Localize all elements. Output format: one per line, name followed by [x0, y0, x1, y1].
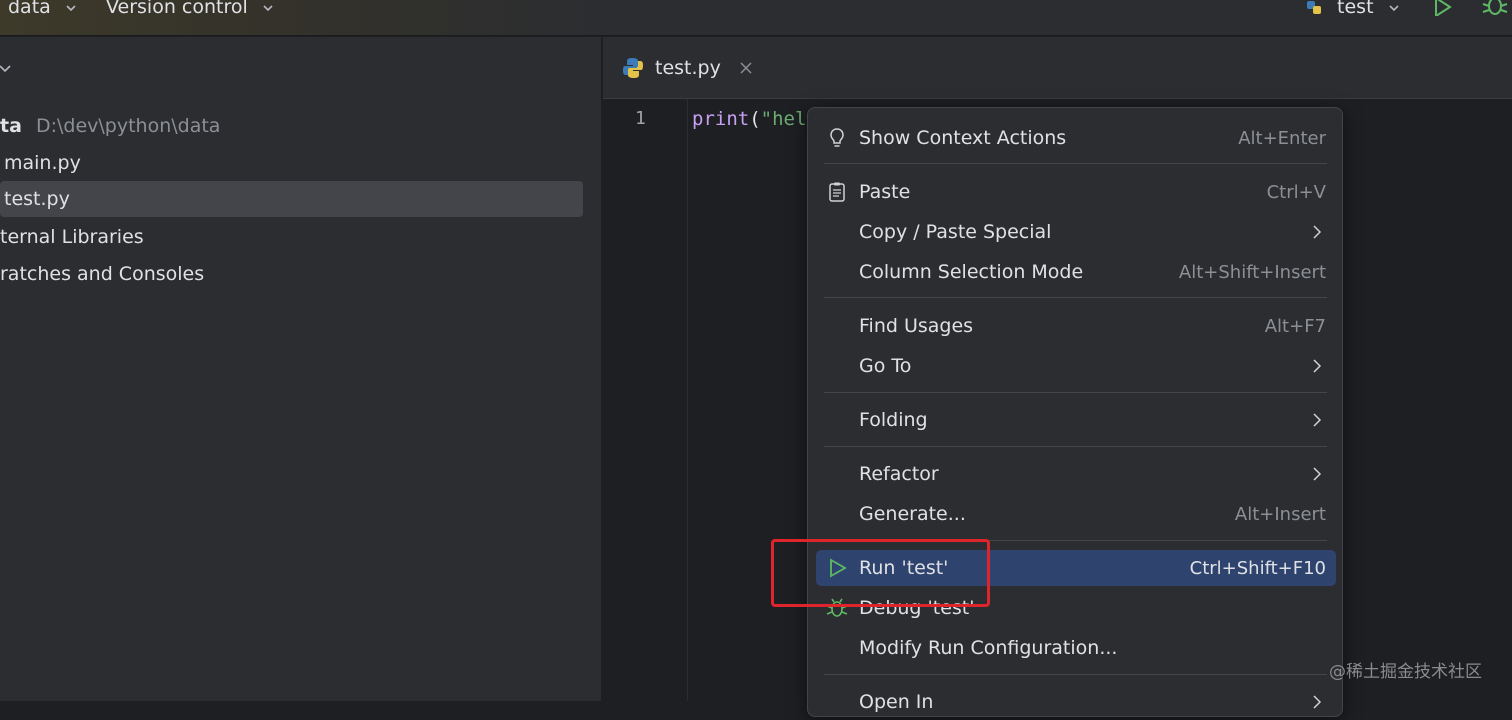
menu-separator [824, 674, 1327, 675]
chevron-down-icon [66, 4, 76, 11]
menu-item-shortcut: Alt+F7 [1264, 315, 1326, 337]
tree-item-label: ratches and Consoles [0, 263, 205, 285]
editor-gutter: 1 [603, 99, 688, 701]
chevron-right-icon [1313, 695, 1322, 709]
menu-item-open-in[interactable]: Open In [816, 684, 1336, 720]
menu-item-label: Refactor [859, 463, 939, 485]
menu-item-find-usages[interactable]: Find Usages Alt+F7 [816, 308, 1336, 344]
menu-separator [824, 446, 1327, 447]
run-config-label: test [1337, 0, 1374, 18]
title-bar: data Version control test [0, 0, 1512, 36]
menu-item-label: Copy / Paste Special [859, 221, 1052, 243]
line-number: 1 [635, 108, 646, 129]
menu-separator [824, 163, 1327, 164]
project-selector[interactable]: data [8, 0, 77, 20]
menu-item-label: Show Context Actions [859, 127, 1067, 149]
tree-item-main-py[interactable]: main.py [4, 145, 81, 181]
watermark: @稀土掘金技术社区 [1329, 662, 1482, 682]
chevron-right-icon [1313, 413, 1322, 427]
code-line[interactable]: print("hel [692, 108, 806, 130]
chevron-right-icon [1313, 225, 1322, 239]
python-icon [1307, 0, 1321, 14]
chevron-down-icon [1389, 4, 1399, 11]
menu-item-go-to[interactable]: Go To [816, 348, 1336, 384]
run-config-selector[interactable]: test [1305, 0, 1400, 20]
project-tool-window: ta D:\dev\python\data main.py test.py te… [0, 37, 602, 701]
tab-test-py[interactable]: test.py [603, 37, 771, 99]
tree-item-label: ternal Libraries [0, 226, 144, 248]
tab-label: test.py [655, 57, 721, 79]
menu-item-label: Column Selection Mode [859, 261, 1084, 283]
tree-root[interactable]: ta D:\dev\python\data [0, 108, 220, 144]
python-icon [623, 58, 643, 78]
menu-item-shortcut: Ctrl+V [1266, 181, 1326, 203]
menu-separator [824, 297, 1327, 298]
annotation-highlight-box [771, 539, 990, 607]
editor-context-menu: Show Context Actions Alt+Enter Paste Ctr… [807, 107, 1343, 717]
menu-item-label: Modify Run Configuration... [859, 637, 1118, 659]
run-icon[interactable] [1432, 0, 1454, 16]
debug-icon[interactable] [1481, 0, 1509, 16]
menu-item-show-context-actions[interactable]: Show Context Actions Alt+Enter [816, 120, 1336, 156]
menu-item-label: Folding [859, 409, 928, 431]
tree-item-test-py[interactable]: test.py [0, 181, 583, 217]
menu-item-label: Open In [859, 691, 934, 713]
chevron-down-icon [263, 4, 273, 11]
tree-item-scratches[interactable]: ratches and Consoles [0, 256, 204, 292]
close-icon[interactable] [739, 61, 753, 75]
lightbulb-icon [830, 128, 844, 147]
code-function: print [692, 108, 750, 130]
menu-item-label: Go To [859, 355, 912, 377]
clipboard-icon [829, 182, 845, 202]
code-paren: ( [749, 108, 761, 130]
menu-item-shortcut: Ctrl+Shift+F10 [1189, 557, 1326, 579]
tree-item-label: main.py [4, 152, 81, 174]
menu-item-shortcut: Alt+Insert [1234, 503, 1326, 525]
menu-item-paste[interactable]: Paste Ctrl+V [816, 174, 1336, 210]
vcs-label: Version control [106, 0, 248, 18]
menu-item-folding[interactable]: Folding [816, 402, 1336, 438]
code-string: "hel [760, 108, 807, 130]
root-path: D:\dev\python\data [35, 115, 221, 137]
menu-item-label: Find Usages [859, 315, 974, 337]
root-name: ta [0, 115, 22, 137]
menu-item-generate[interactable]: Generate... Alt+Insert [816, 496, 1336, 532]
chevron-right-icon [1313, 467, 1322, 481]
chevron-right-icon [1313, 359, 1322, 373]
editor-tab-bar: test.py [603, 37, 1512, 99]
project-name: data [8, 0, 51, 18]
menu-item-refactor[interactable]: Refactor [816, 456, 1336, 492]
menu-item-copy-paste-special[interactable]: Copy / Paste Special [816, 214, 1336, 250]
menu-separator [824, 392, 1327, 393]
menu-item-column-selection-mode[interactable]: Column Selection Mode Alt+Shift+Insert [816, 254, 1336, 290]
tree-item-external-libraries[interactable]: ternal Libraries [0, 219, 144, 255]
menu-item-label: Paste [859, 181, 911, 203]
tree-item-label: test.py [4, 188, 70, 210]
menu-item-shortcut: Alt+Enter [1238, 127, 1326, 149]
menu-item-shortcut: Alt+Shift+Insert [1178, 261, 1326, 283]
chevron-down-icon[interactable] [0, 63, 12, 75]
menu-item-label: Generate... [859, 503, 966, 525]
vcs-selector[interactable]: Version control [106, 0, 274, 20]
menu-item-modify-run-configuration[interactable]: Modify Run Configuration... [816, 630, 1336, 666]
